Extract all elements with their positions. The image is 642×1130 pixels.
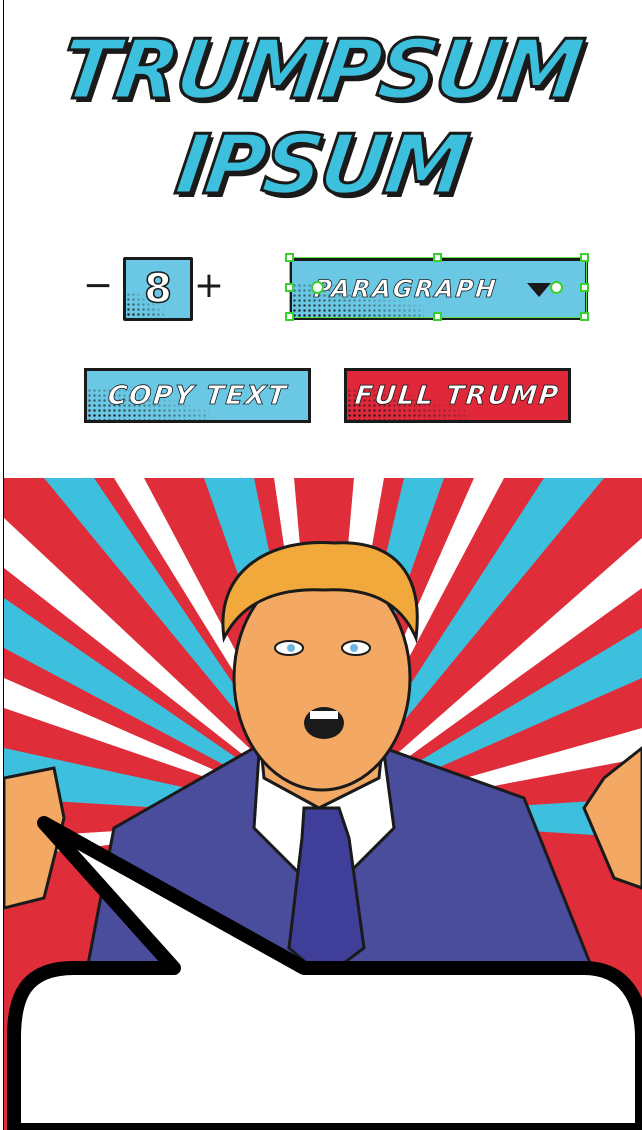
resize-handle-bottom[interactable] xyxy=(433,312,442,321)
plus-icon: + xyxy=(193,265,225,306)
title-line-1: TRUMPSUM xyxy=(54,22,589,120)
title-line-2: IPSUM xyxy=(169,117,473,215)
hero-illustration xyxy=(4,478,642,1130)
text-type-selected: PARAGRAPH xyxy=(312,275,499,304)
resize-handle-bottom-left[interactable] xyxy=(285,312,294,321)
right-pupil xyxy=(350,644,358,652)
copy-text-button[interactable]: COPY TEXT xyxy=(84,368,311,423)
paragraph-count-value: 8 xyxy=(143,265,172,313)
full-trump-label: FULL TRUMP xyxy=(353,380,562,411)
teeth xyxy=(310,711,338,719)
right-hand xyxy=(582,746,642,890)
resize-handle-top[interactable] xyxy=(433,253,442,262)
decrement-button[interactable]: − xyxy=(82,266,114,306)
paragraph-count-stepper[interactable]: 8 xyxy=(123,257,193,321)
resize-handle-bottom-right[interactable] xyxy=(580,312,589,321)
resize-handle-left[interactable] xyxy=(285,283,294,292)
resize-handle-top-left[interactable] xyxy=(285,253,294,262)
full-trump-button[interactable]: FULL TRUMP xyxy=(344,368,571,423)
text-type-select[interactable]: PARAGRAPH xyxy=(289,258,588,320)
copy-text-label: COPY TEXT xyxy=(106,380,289,411)
resize-handle-top-right[interactable] xyxy=(580,253,589,262)
anchor-point-left[interactable] xyxy=(311,281,324,294)
resize-handle-right[interactable] xyxy=(580,283,589,292)
minus-icon: − xyxy=(82,265,114,306)
hero-artwork xyxy=(4,478,642,1130)
left-pupil xyxy=(287,644,295,652)
increment-button[interactable]: + xyxy=(193,266,225,306)
chevron-down-icon xyxy=(527,283,551,297)
anchor-point-right[interactable] xyxy=(550,281,563,294)
